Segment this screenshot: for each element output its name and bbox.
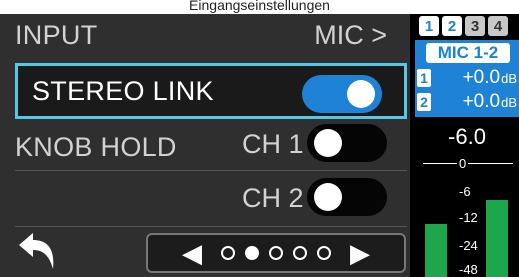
gain-ch1-unit: dB [501,70,517,86]
channel-tab-3[interactable]: 3 [465,16,485,36]
next-page-button[interactable]: ▶ [350,240,370,266]
page-dot [317,246,331,260]
page-dot-active [245,246,259,260]
gain-ch1-badge: 1 [417,69,431,87]
knob-hold-ch2-toggle[interactable] [307,178,387,216]
gain-ch2-value: +0.0 [462,91,501,112]
divider [15,226,407,227]
divider [15,170,407,171]
channel-tab-4[interactable]: 4 [488,16,508,36]
channel-tab-2[interactable]: 2 [442,16,462,36]
meter-scale-tick: -12 [457,210,480,225]
stereo-link-label: STEREO LINK [32,75,214,106]
meter-scale-tick: -24 [457,238,480,253]
settings-panel: INPUT MIC > STEREO LINK KNOB HOLD CH 1 C… [0,0,410,277]
page-dot [293,246,307,260]
input-label: INPUT [15,19,98,50]
knob-hold-ch1-label: CH 1 [242,129,304,159]
gain-box: MIC 1-2 1 +0.0 dB 2 +0.0 dB [415,40,519,117]
channel-tab-1[interactable]: 1 [419,16,439,36]
gain-ch2-unit: dB [501,94,517,110]
input-value: MIC > [314,19,387,50]
gain-ch2-badge: 2 [417,93,431,111]
gain-ch1-value: +0.0 [462,67,501,88]
back-button[interactable] [8,228,66,274]
back-arrow-icon [19,233,54,269]
toggle-knob [314,183,342,211]
knob-hold-ch1-toggle[interactable] [307,124,387,162]
toggle-knob [347,80,375,108]
page-dot [269,246,283,260]
mic-pair-label: MIC 1-2 [426,43,510,63]
level-readout: -6.0 [448,124,486,149]
meter-scale-tick: 0 [457,156,469,171]
level-bar-ch1 [425,224,447,277]
gain-line-ch1: 1 +0.0 dB [417,67,517,89]
channel-tabs: 1 2 3 4 [419,16,508,36]
prev-page-button[interactable]: ◀ [182,240,202,266]
page-indicator: ◀ ▶ [146,233,406,273]
meter-panel: 1 2 3 4 MIC 1-2 1 +0.0 dB 2 +0.0 dB -6.0… [413,0,519,277]
knob-hold-ch2-label: CH 2 [242,183,304,213]
page-dot [221,246,235,260]
meter-scale-tick: -48 [457,262,480,277]
caption: Eingangseinstellungen [0,0,519,14]
gain-line-ch2: 2 +0.0 dB [417,91,517,113]
stereo-link-toggle[interactable] [302,75,382,113]
input-row[interactable]: INPUT MIC > [15,6,407,64]
level-bar-ch2 [486,199,508,277]
toggle-knob [314,129,342,157]
knob-hold-label: KNOB HOLD [15,131,177,162]
meter-scale-tick: -6 [457,184,473,199]
stereo-link-row[interactable]: STEREO LINK [15,63,407,119]
